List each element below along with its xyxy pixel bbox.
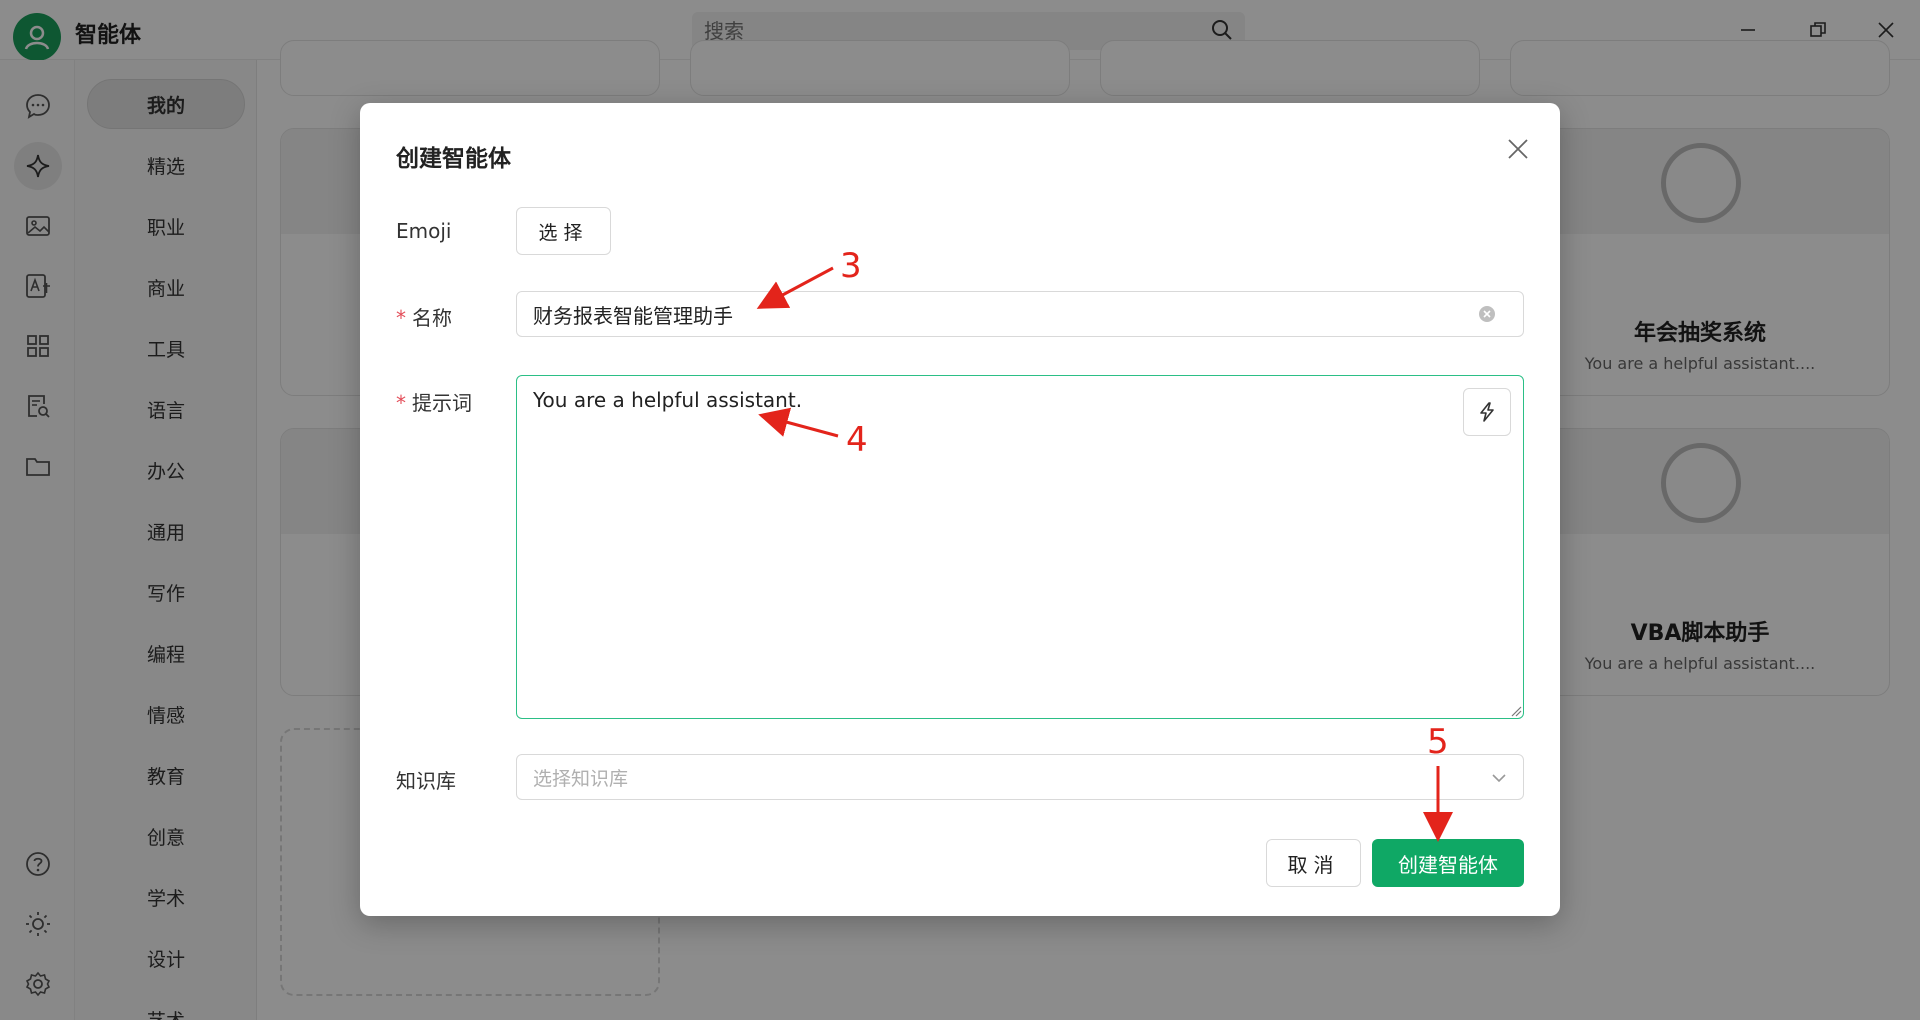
annotation-number: 4 — [846, 420, 868, 460]
name-label-text: 名称 — [412, 306, 452, 330]
prompt-label: * 提示词 — [396, 391, 472, 415]
name-input[interactable]: 财务报表智能管理助手 — [516, 291, 1524, 337]
chevron-down-icon — [1492, 774, 1506, 783]
knowledge-base-select[interactable]: 选择知识库 — [516, 754, 1524, 800]
annotation-number: 3 — [840, 246, 862, 286]
create-agent-button[interactable]: 创建智能体 — [1372, 839, 1524, 887]
dialog-close-button[interactable] — [1500, 131, 1536, 167]
generate-prompt-button[interactable] — [1463, 388, 1511, 436]
name-label: * 名称 — [396, 306, 452, 330]
clear-input-icon[interactable] — [1477, 304, 1497, 324]
cancel-button[interactable]: 取消 — [1266, 839, 1361, 887]
knowledge-base-label: 知识库 — [396, 769, 456, 793]
close-icon — [1508, 139, 1528, 159]
resize-handle-icon[interactable] — [1510, 705, 1522, 717]
create-agent-dialog: 创建智能体 Emoji 选择 * 名称 财务报表智能管理助手 * 提示词 You a… — [360, 103, 1560, 916]
dialog-title: 创建智能体 — [396, 146, 511, 172]
choose-emoji-button[interactable]: 选择 — [516, 207, 611, 255]
prompt-textarea[interactable]: You are a helpful assistant. — [516, 375, 1524, 719]
annotation-number: 5 — [1427, 722, 1449, 762]
emoji-label: Emoji — [396, 219, 452, 243]
lightning-icon — [1480, 402, 1494, 422]
prompt-label-text: 提示词 — [412, 391, 472, 415]
